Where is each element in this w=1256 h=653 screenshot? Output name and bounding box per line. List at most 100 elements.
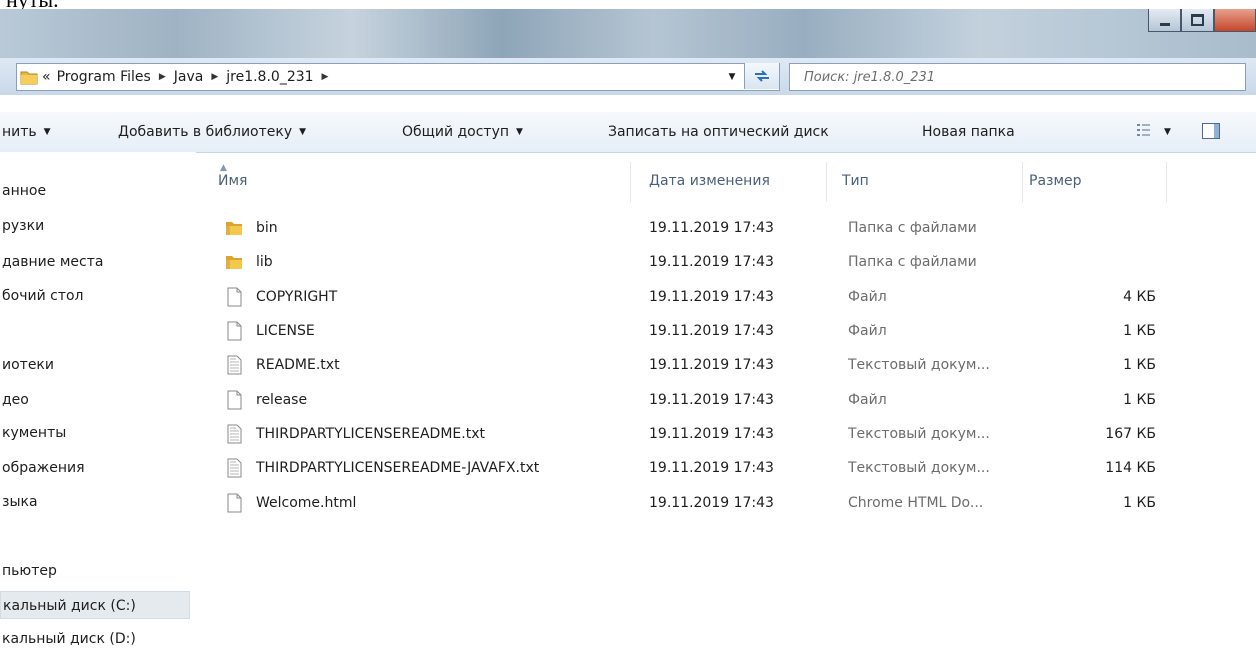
burn-button[interactable]: Записать на оптический диск [608,112,829,152]
file-name: Welcome.html [256,495,357,511]
chevron-down-icon[interactable]: ▼ [723,64,741,90]
file-icon [227,287,242,307]
nav-item-pictures[interactable]: ображения [0,454,85,482]
file-size: 1 КБ [1123,323,1156,339]
breadcrumb-separator-icon[interactable]: ▶ [211,72,218,82]
file-row[interactable]: lib 19.11.2019 17:43 Папка с файлами [210,245,1256,279]
breadcrumb-item-jre[interactable]: jre1.8.0_231 [226,69,313,85]
burn-label: Записать на оптический диск [608,124,829,140]
chevron-down-icon[interactable]: ▼ [1164,112,1171,152]
new-folder-button[interactable]: Новая папка [922,112,1015,152]
column-header-date[interactable]: Дата изменения [649,156,770,206]
file-date: 19.11.2019 17:43 [649,323,774,339]
add-to-library-label: Добавить в библиотеку [118,124,293,140]
refresh-button[interactable] [744,63,779,89]
file-row[interactable]: Welcome.html 19.11.2019 17:43 Chrome HTM… [210,486,1256,520]
organize-label: нить [2,124,37,140]
file-type: Текстовый докум... [848,357,990,373]
nav-item-computer[interactable]: пьютер [0,557,57,585]
file-icon [227,390,242,410]
window-controls [1148,9,1256,32]
address-bar: « Program Files ▶ Java ▶ jre1.8.0_231 ▶ … [0,58,1256,95]
column-divider[interactable] [630,162,631,202]
file-date: 19.11.2019 17:43 [649,357,774,373]
text-file-icon [227,424,242,444]
folder-icon [226,222,242,235]
refresh-icon [755,70,769,82]
preview-pane-icon[interactable] [1202,123,1220,139]
folder-icon [20,71,38,85]
file-icon [227,493,242,513]
file-row[interactable]: release 19.11.2019 17:43 Файл 1 КБ [210,383,1256,417]
file-date: 19.11.2019 17:43 [649,392,774,408]
file-size: 4 КБ [1123,289,1156,305]
file-size: 1 КБ [1123,495,1156,511]
file-name: release [256,392,308,408]
file-row[interactable]: README.txt 19.11.2019 17:43 Текстовый до… [210,348,1256,382]
breadcrumb-separator-icon[interactable]: ▶ [322,72,329,82]
file-size: 167 КБ [1105,426,1156,442]
file-row[interactable]: LICENSE 19.11.2019 17:43 Файл 1 КБ [210,314,1256,348]
organize-button[interactable]: нить ▼ [2,112,51,152]
column-header-type[interactable]: Тип [842,156,869,206]
nav-item-downloads[interactable]: рузки [0,212,44,240]
column-divider[interactable] [1166,162,1167,202]
file-date: 19.11.2019 17:43 [649,495,774,511]
column-headers: Имя Дата изменения Тип Размер [196,156,1256,206]
minimize-button[interactable] [1148,9,1181,32]
maximize-button[interactable] [1181,9,1214,32]
file-type: Папка с файлами [848,220,977,236]
file-name: README.txt [256,357,340,373]
breadcrumb-item-program-files[interactable]: Program Files [57,69,151,85]
file-date: 19.11.2019 17:43 [649,426,774,442]
nav-item-local-disk-d[interactable]: кальный диск (D:) [0,625,136,653]
search-input[interactable] [802,68,1226,86]
file-name: THIRDPARTYLICENSEREADME.txt [256,426,485,442]
close-button[interactable] [1214,9,1256,32]
nav-item-favorites[interactable]: анное [0,177,46,205]
nav-item-videos[interactable]: део [0,386,29,414]
search-field[interactable] [789,63,1246,91]
file-row[interactable]: THIRDPARTYLICENSEREADME.txt 19.11.2019 1… [210,417,1256,451]
minimize-icon [1159,22,1170,26]
column-divider[interactable] [826,162,827,202]
chevron-down-icon: ▼ [516,127,523,137]
chevron-down-icon: ▼ [43,127,51,137]
file-row[interactable]: COPYRIGHT 19.11.2019 17:43 Файл 4 КБ [210,280,1256,314]
nav-item-desktop[interactable]: бочий стол [0,282,83,310]
file-date: 19.11.2019 17:43 [649,289,774,305]
file-row[interactable]: bin 19.11.2019 17:43 Папка с файлами [210,211,1256,245]
breadcrumb-separator-icon[interactable]: ▶ [159,72,166,82]
maximize-icon [1191,14,1204,26]
column-divider[interactable] [1022,162,1023,202]
page-text-fragment: нуты. [0,0,1256,9]
file-type: Файл [848,289,887,305]
add-to-library-button[interactable]: Добавить в библиотеку ▼ [118,112,306,152]
nav-item-libraries[interactable]: иотеки [0,351,54,379]
file-type: Chrome HTML Do... [848,495,984,511]
file-name: lib [256,254,273,270]
breadcrumb-overflow[interactable]: « [42,69,51,85]
share-button[interactable]: Общий доступ ▼ [402,112,523,152]
command-bar: нить ▼ Добавить в библиотеку ▼ Общий досту… [0,112,1256,153]
nav-item-recent-places[interactable]: давние места [0,248,103,276]
file-type: Текстовый докум... [848,426,990,442]
file-name: COPYRIGHT [256,289,338,305]
address-field[interactable]: « Program Files ▶ Java ▶ jre1.8.0_231 ▶ … [16,63,780,91]
file-size [1030,211,1156,245]
file-row[interactable]: THIRDPARTYLICENSEREADME-JAVAFX.txt 19.11… [210,451,1256,485]
file-date: 19.11.2019 17:43 [649,460,774,476]
file-name: bin [256,220,278,236]
file-size: 1 КБ [1123,357,1156,373]
view-options-icon[interactable] [1136,122,1152,138]
column-header-size[interactable]: Размер [1029,156,1082,206]
nav-item-music[interactable]: зыка [0,488,38,516]
column-header-name[interactable]: Имя [218,156,247,206]
file-size [1030,245,1156,279]
breadcrumb-item-java[interactable]: Java [174,69,204,85]
top-text-fragment: нуты. [6,0,59,9]
nav-item-local-disk-c[interactable]: кальный диск (C:) [0,591,190,619]
nav-item-documents[interactable]: кументы [0,419,66,447]
file-size: 114 КБ [1105,460,1156,476]
title-bar [0,9,1256,58]
